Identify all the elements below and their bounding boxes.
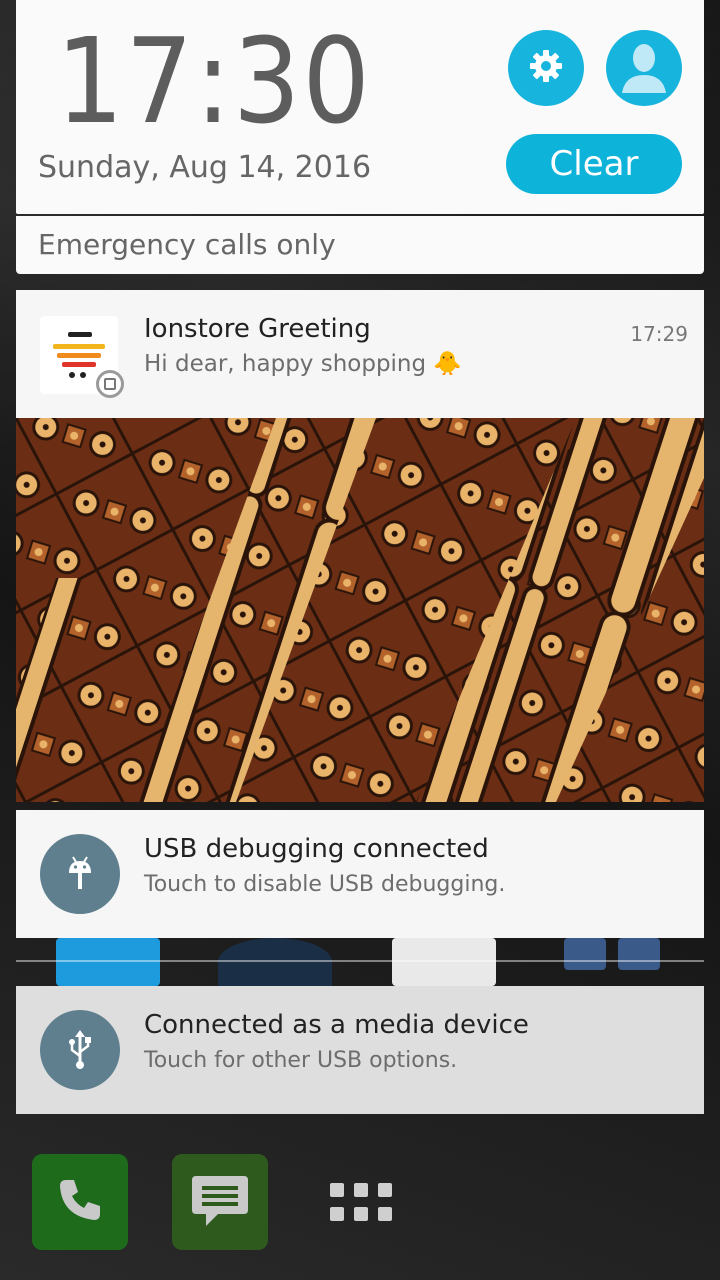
notification-divider [16, 960, 704, 962]
batik-pattern-image [16, 418, 704, 802]
play-store-app-icon [392, 938, 496, 986]
gear-icon [526, 46, 566, 90]
quran-app-icon [218, 938, 332, 986]
quick-settings-header: 17:30 Sunday, Aug 14, 2016 Clear [16, 0, 704, 214]
twitter-app-icon [56, 938, 160, 986]
usb-icon [40, 1010, 120, 1090]
profile-button[interactable] [606, 30, 682, 106]
small-notification-icon [96, 370, 124, 398]
notification-text: Touch for other USB options. [144, 1048, 458, 1073]
phone-icon [52, 1172, 108, 1232]
notification-usb-debugging[interactable]: USB debugging connected Touch to disable… [16, 810, 704, 938]
notification-usb-media-device[interactable]: Connected as a media device Touch for ot… [16, 986, 704, 1114]
user-avatar-icon [609, 31, 679, 105]
phone-app-button[interactable] [32, 1154, 128, 1250]
notification-title: USB debugging connected [144, 834, 489, 864]
notification-title: Ionstore Greeting [144, 314, 371, 344]
notification-text: Hi dear, happy shopping 🐥 [144, 351, 463, 377]
android-debug-icon [40, 834, 120, 914]
camera-app-icon [564, 938, 606, 970]
notification-text: Touch to disable USB debugging. [144, 872, 506, 897]
messages-app-button[interactable] [172, 1154, 268, 1250]
date-label: Sunday, Aug 14, 2016 [38, 150, 372, 185]
notification-ionstore[interactable]: Ionstore Greeting Hi dear, happy shoppin… [16, 290, 704, 802]
emergency-calls-label: Emergency calls only [38, 228, 336, 261]
messages-icon [188, 1170, 252, 1234]
browser-app-icon [618, 938, 660, 970]
notification-time: 17:29 [630, 322, 688, 346]
carrier-status-bar: Emergency calls only [16, 216, 704, 274]
clear-all-button[interactable]: Clear [506, 134, 682, 194]
app-drawer-icon[interactable] [330, 1183, 392, 1221]
settings-button[interactable] [508, 30, 584, 106]
clock: 17:30 [56, 12, 372, 150]
notification-title: Connected as a media device [144, 1010, 529, 1040]
